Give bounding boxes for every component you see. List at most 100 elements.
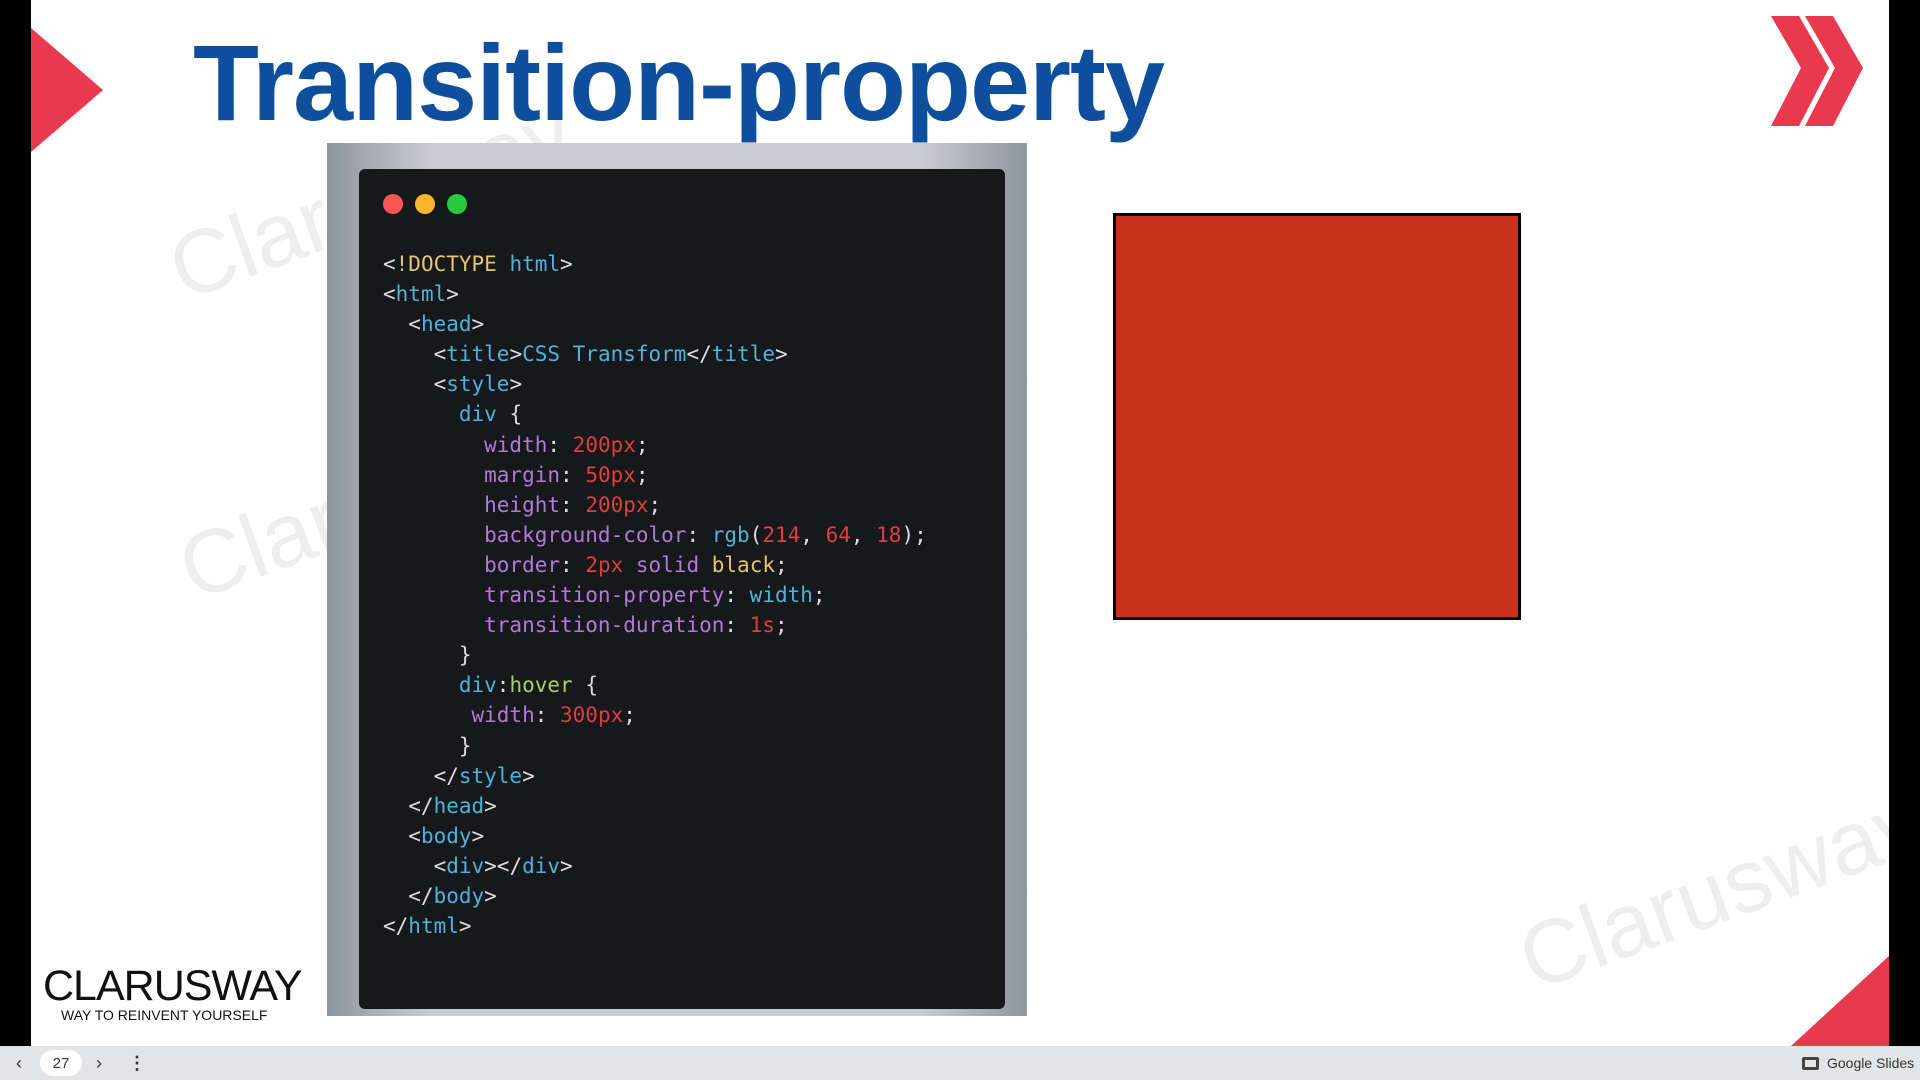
code-line: <style>	[383, 369, 927, 399]
code-token: :	[560, 552, 586, 577]
code-token: 50px	[585, 462, 636, 487]
code-token: :	[724, 613, 750, 638]
code-line: </html>	[383, 911, 927, 941]
next-slide-button[interactable]: ›	[96, 1046, 102, 1080]
code-token: }	[383, 643, 472, 668]
code-token: CSS Transform	[522, 342, 687, 367]
code-line: <html>	[383, 279, 927, 309]
code-token: >	[509, 372, 523, 397]
code-token: html	[408, 914, 459, 939]
code-token: ;	[774, 552, 788, 577]
code-token: ></	[484, 853, 523, 878]
close-dot-icon	[383, 194, 403, 214]
code-line: margin: 50px;	[383, 460, 927, 490]
code-token: 2px	[585, 552, 624, 577]
code-token: 200px	[572, 432, 636, 457]
code-token: ;	[635, 462, 649, 487]
code-line: background-color: rgb(214, 64, 18);	[383, 520, 927, 550]
code-token: !DOCTYPE	[395, 252, 497, 276]
code-token: ;	[648, 492, 662, 517]
code-token: >	[774, 342, 788, 367]
code-token: </	[686, 342, 712, 367]
app-label: Google Slides	[1827, 1055, 1915, 1071]
code-line: </body>	[383, 881, 927, 911]
code-token: head	[433, 793, 485, 818]
code-token: div	[383, 402, 497, 427]
code-token: transition-property	[383, 583, 725, 608]
code-line: width: 200px;	[383, 430, 927, 460]
corner-decoration-icon	[1791, 956, 1889, 1046]
code-line: <head>	[383, 309, 927, 339]
code-line: </style>	[383, 761, 927, 791]
code-token: html	[509, 252, 561, 276]
code-token: <	[383, 372, 447, 397]
code-token: title	[446, 342, 510, 367]
code-token: 1s	[749, 613, 775, 638]
code-token: </	[383, 914, 409, 939]
code-token: ;	[812, 583, 826, 608]
code-line: transition-property: width;	[383, 580, 927, 610]
code-token: ;	[774, 613, 788, 638]
code-line: height: 200px;	[383, 490, 927, 520]
code-token: margin	[383, 462, 561, 487]
code-line: div {	[383, 399, 927, 429]
slides-toolbar: ‹ 27 › ⋮ Google Slides	[0, 1046, 1920, 1080]
code-token: transition-duration	[383, 613, 725, 638]
more-options-icon[interactable]: ⋮	[128, 1046, 146, 1080]
code-line: <!DOCTYPE html>	[383, 249, 927, 279]
code-token: {	[496, 402, 523, 427]
code-line: border: 2px solid black;	[383, 550, 927, 580]
double-chevron-logo-icon	[1771, 16, 1863, 126]
code-token: );	[901, 522, 927, 547]
code-token: >	[484, 883, 497, 908]
code-token: style	[446, 372, 510, 397]
code-token: ,	[850, 522, 877, 547]
triangle-decoration-icon	[31, 28, 103, 152]
code-token: {	[572, 673, 598, 698]
google-slides-link[interactable]: Google Slides	[1802, 1046, 1914, 1080]
code-token: ,	[800, 522, 826, 547]
code-token: width	[383, 703, 535, 728]
minimize-dot-icon	[415, 194, 435, 214]
code-token: ;	[635, 432, 649, 457]
code-token: :	[547, 432, 573, 457]
code-line: <body>	[383, 821, 927, 851]
code-token: >	[560, 252, 573, 276]
code-token: head	[420, 312, 472, 337]
code-line: div:hover {	[383, 670, 927, 700]
code-line: <div></div>	[383, 851, 927, 881]
code-token: 214	[762, 522, 801, 547]
code-token: 64	[825, 522, 851, 547]
code-token: >	[471, 312, 485, 337]
code-token: <	[383, 342, 447, 367]
code-line: </head>	[383, 791, 927, 821]
code-token: (	[749, 522, 763, 547]
code-line: transition-duration: 1s;	[383, 610, 927, 640]
code-line: }	[383, 640, 927, 670]
code-token: border	[383, 552, 561, 577]
code-token: :	[496, 673, 510, 698]
code-line: }	[383, 731, 927, 761]
code-token: :	[560, 492, 586, 517]
code-token: <	[383, 252, 396, 276]
code-token: :	[724, 583, 750, 608]
code-token: >	[471, 823, 485, 848]
code-token: >	[522, 763, 535, 788]
code-token: >	[560, 853, 573, 878]
previous-slide-button[interactable]: ‹	[16, 1046, 22, 1080]
maximize-dot-icon	[447, 194, 467, 214]
code-token: >	[484, 793, 497, 818]
logo-name: CLARUSWAY	[43, 962, 303, 1010]
page-number-input[interactable]: 27	[40, 1050, 82, 1076]
code-token: 300px	[560, 703, 624, 728]
code-token: :	[560, 462, 586, 487]
code-token: body	[420, 823, 472, 848]
clarusway-logo: CLARUSWAY WAY TO REINVENT YOURSELF	[43, 962, 303, 1023]
demo-red-box[interactable]	[1113, 213, 1521, 620]
code-line: <title>CSS Transform</title>	[383, 339, 927, 369]
code-window: <!DOCTYPE html> <html> <head> <title>CSS …	[359, 169, 1005, 1009]
code-token: html	[395, 282, 447, 307]
code-token: body	[433, 883, 485, 908]
code-token: div	[383, 673, 497, 698]
